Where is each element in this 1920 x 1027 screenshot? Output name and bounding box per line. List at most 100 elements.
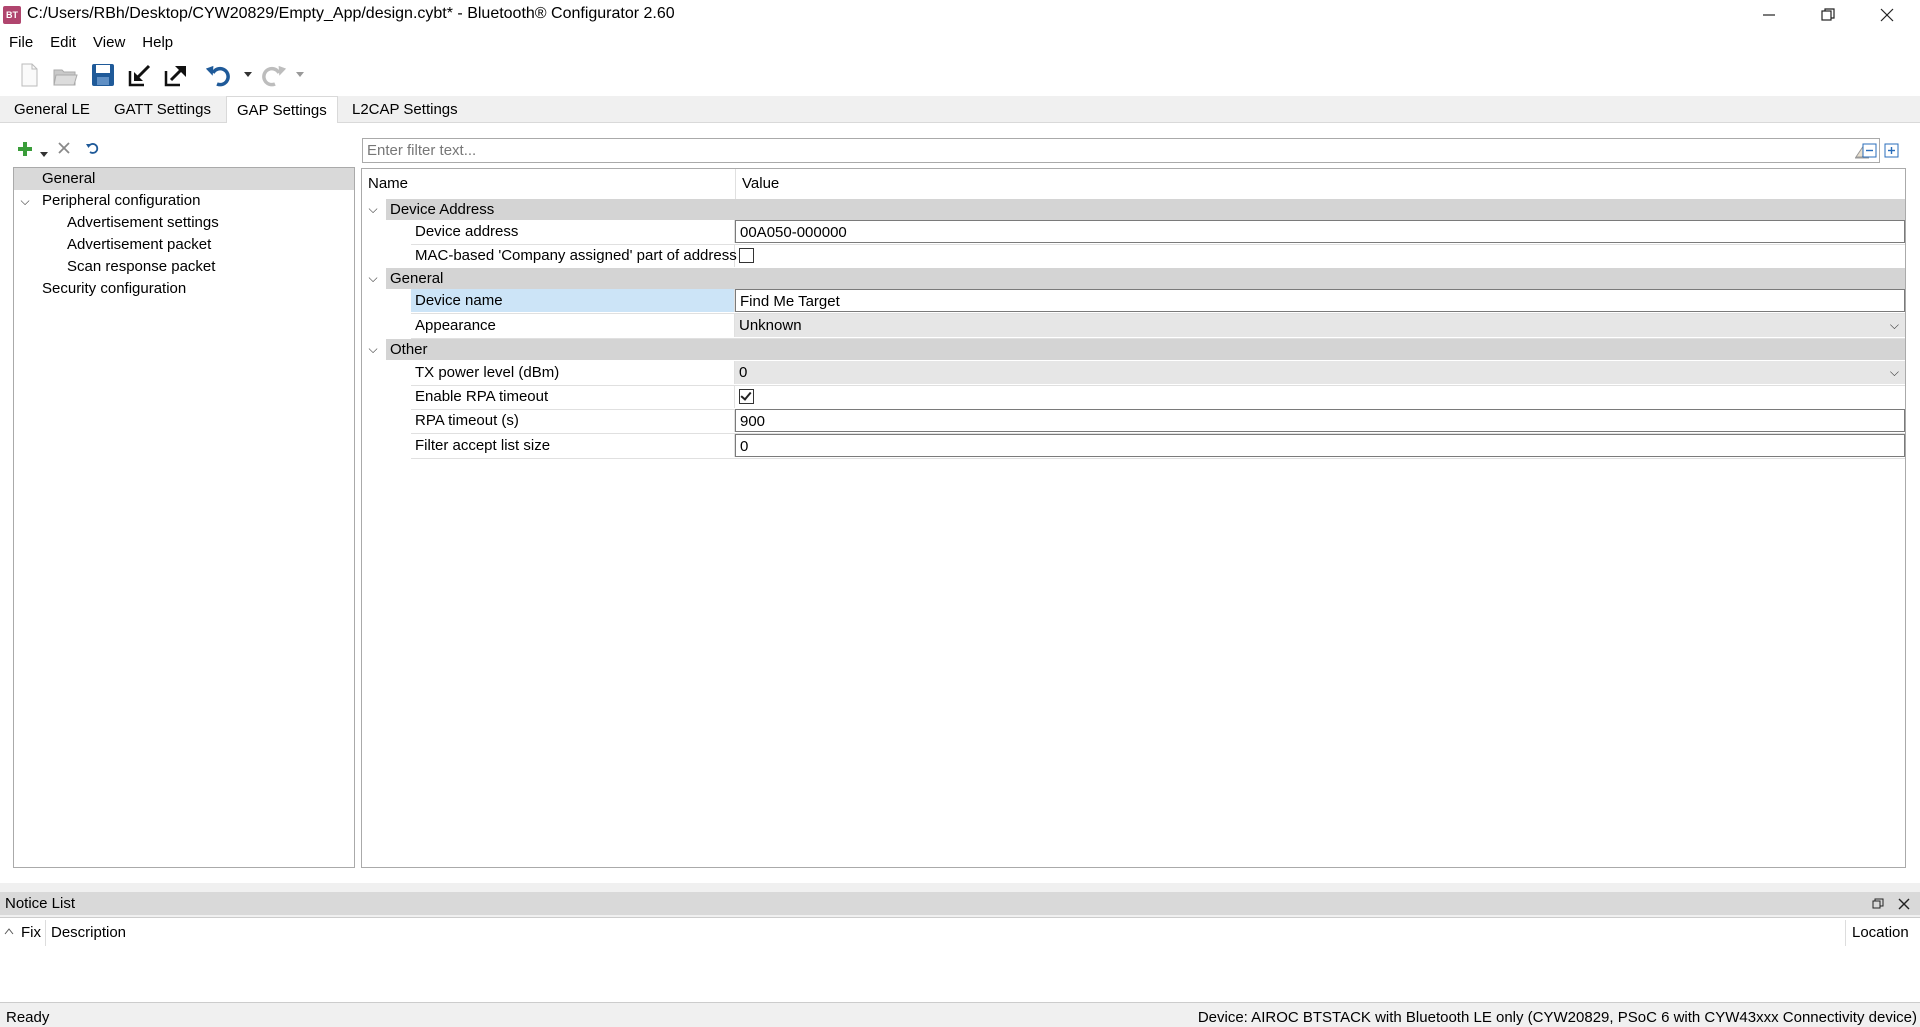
device-info: Device: AIROC BTSTACK with Bluetooth LE … bbox=[1197, 1009, 1917, 1026]
property-value bbox=[735, 385, 1905, 408]
export-button[interactable] bbox=[160, 60, 190, 90]
undo-dropdown[interactable] bbox=[244, 68, 254, 82]
rpa-timeout-field[interactable]: 900 bbox=[735, 409, 1905, 432]
save-button[interactable] bbox=[88, 60, 118, 90]
property-name: Device address bbox=[411, 220, 735, 243]
tree-item-security-configuration[interactable]: Security configuration bbox=[14, 278, 354, 300]
add-dropdown[interactable] bbox=[40, 145, 50, 157]
redo-dropdown[interactable] bbox=[296, 68, 306, 82]
category-bar bbox=[386, 199, 1905, 220]
tree-item-scan-response-packet[interactable]: Scan response packet bbox=[14, 256, 354, 278]
redo-button[interactable] bbox=[258, 60, 288, 90]
column-header-fix[interactable]: Fix bbox=[21, 924, 41, 941]
category-label: Device Address bbox=[390, 201, 495, 218]
category-device-address[interactable]: ⌵ Device Address bbox=[362, 199, 1905, 220]
import-button[interactable] bbox=[124, 60, 154, 90]
settings-tree: General ⌵ Peripheral configuration Adver… bbox=[13, 167, 355, 868]
category-general[interactable]: ⌵ General bbox=[362, 268, 1905, 289]
tree-item-label: Security configuration bbox=[42, 280, 187, 297]
redo-icon bbox=[262, 65, 287, 87]
new-button[interactable] bbox=[14, 60, 44, 90]
menu-view[interactable]: View bbox=[84, 34, 133, 51]
menu-help[interactable]: Help bbox=[133, 34, 181, 51]
tree-item-advertisement-packet[interactable]: Advertisement packet bbox=[14, 234, 354, 256]
property-name: Appearance bbox=[411, 314, 735, 337]
window-title: C:/Users/RBh/Desktop/CYW20829/Empty_App/… bbox=[27, 5, 675, 22]
collapse-all-icon bbox=[1862, 143, 1877, 158]
add-button[interactable] bbox=[16, 140, 34, 158]
column-header-description[interactable]: Description bbox=[51, 924, 126, 941]
chevron-down-icon[interactable]: ⌵ bbox=[18, 190, 32, 212]
toolbar bbox=[0, 54, 1920, 96]
notice-list-header bbox=[0, 892, 1920, 915]
column-header-value[interactable]: Value bbox=[735, 169, 1905, 199]
chevron-down-icon[interactable]: ⌵ bbox=[366, 268, 380, 289]
property-row-device-address[interactable]: Device address 00A050-000000 bbox=[411, 220, 1905, 245]
filter-accept-list-size-field[interactable]: 0 bbox=[735, 434, 1905, 457]
new-file-icon bbox=[21, 63, 38, 87]
tab-l2cap-settings[interactable]: L2CAP Settings bbox=[342, 96, 468, 123]
delete-button[interactable] bbox=[57, 141, 71, 155]
property-name: MAC-based 'Company assigned' part of add… bbox=[411, 244, 737, 267]
close-button[interactable] bbox=[1858, 0, 1916, 30]
delete-icon bbox=[58, 142, 70, 154]
property-row-tx-power-level[interactable]: TX power level (dBm) 0 ⌵ bbox=[411, 361, 1905, 386]
tree-item-label: General bbox=[42, 170, 96, 187]
property-name: TX power level (dBm) bbox=[411, 361, 735, 384]
open-folder-icon bbox=[53, 69, 78, 86]
chevron-down-icon bbox=[244, 72, 252, 77]
enable-rpa-timeout-checkbox[interactable] bbox=[739, 388, 754, 404]
chevron-down-icon bbox=[296, 72, 304, 77]
mac-based-checkbox[interactable] bbox=[739, 247, 754, 263]
tab-gap-settings[interactable]: GAP Settings bbox=[226, 96, 338, 124]
menu-edit[interactable]: Edit bbox=[41, 34, 84, 51]
tree-item-label: Advertisement packet bbox=[67, 236, 212, 253]
tree-item-label: Advertisement settings bbox=[67, 214, 219, 231]
reset-button[interactable] bbox=[85, 141, 99, 155]
filter-input[interactable] bbox=[363, 139, 1841, 162]
property-grid: Name Value ⌵ Device Address Device addre… bbox=[361, 168, 1906, 868]
chevron-down-icon bbox=[40, 152, 48, 157]
collapse-all-button[interactable] bbox=[1862, 143, 1877, 158]
appearance-select[interactable]: Unknown ⌵ bbox=[735, 314, 1905, 337]
restore-icon bbox=[1872, 898, 1884, 909]
sort-indicator[interactable] bbox=[4, 922, 14, 935]
property-row-rpa-timeout[interactable]: RPA timeout (s) 900 bbox=[411, 409, 1905, 434]
notice-close-button[interactable] bbox=[1898, 897, 1912, 911]
filter-box bbox=[362, 138, 1880, 163]
restore-button[interactable] bbox=[1799, 0, 1857, 30]
property-name: Device name bbox=[411, 289, 735, 312]
tx-power-level-select[interactable]: 0 ⌵ bbox=[735, 361, 1905, 384]
tree-item-peripheral-configuration[interactable]: ⌵ Peripheral configuration bbox=[14, 190, 354, 212]
expand-all-icon bbox=[1884, 143, 1899, 158]
property-row-enable-rpa-timeout[interactable]: Enable RPA timeout bbox=[411, 385, 1905, 410]
undo-button[interactable] bbox=[204, 60, 234, 90]
notice-list bbox=[0, 917, 1920, 1003]
save-icon bbox=[92, 64, 114, 86]
tree-item-advertisement-settings[interactable]: Advertisement settings bbox=[14, 212, 354, 234]
column-header-location[interactable]: Location bbox=[1852, 924, 1909, 941]
category-other[interactable]: ⌵ Other bbox=[362, 339, 1905, 360]
device-address-field[interactable]: 00A050-000000 bbox=[735, 220, 1905, 243]
reset-icon bbox=[86, 143, 99, 154]
property-row-device-name[interactable]: Device name Find Me Target bbox=[411, 289, 1905, 314]
chevron-down-icon[interactable]: ⌵ bbox=[366, 199, 380, 220]
minimize-button[interactable] bbox=[1740, 0, 1798, 30]
notice-float-button[interactable] bbox=[1872, 897, 1886, 911]
chevron-down-icon[interactable]: ⌵ bbox=[366, 339, 380, 360]
tree-item-general[interactable]: General bbox=[14, 168, 354, 190]
property-row-filter-accept-list-size[interactable]: Filter accept list size 0 bbox=[411, 434, 1905, 459]
expand-all-button[interactable] bbox=[1884, 143, 1899, 158]
open-button[interactable] bbox=[50, 60, 80, 90]
restore-icon bbox=[1821, 8, 1835, 21]
tab-general-le[interactable]: General LE bbox=[4, 96, 100, 123]
chevron-up-icon bbox=[4, 928, 14, 935]
property-row-appearance[interactable]: Appearance Unknown ⌵ bbox=[411, 314, 1905, 339]
property-row-mac-based[interactable]: MAC-based 'Company assigned' part of add… bbox=[411, 244, 1905, 269]
minimize-icon bbox=[1763, 14, 1775, 16]
column-header-name[interactable]: Name bbox=[362, 169, 735, 199]
device-name-field[interactable]: Find Me Target bbox=[735, 289, 1905, 312]
column-divider bbox=[45, 920, 46, 946]
menu-file[interactable]: File bbox=[0, 34, 41, 51]
tab-gatt-settings[interactable]: GATT Settings bbox=[104, 96, 221, 123]
